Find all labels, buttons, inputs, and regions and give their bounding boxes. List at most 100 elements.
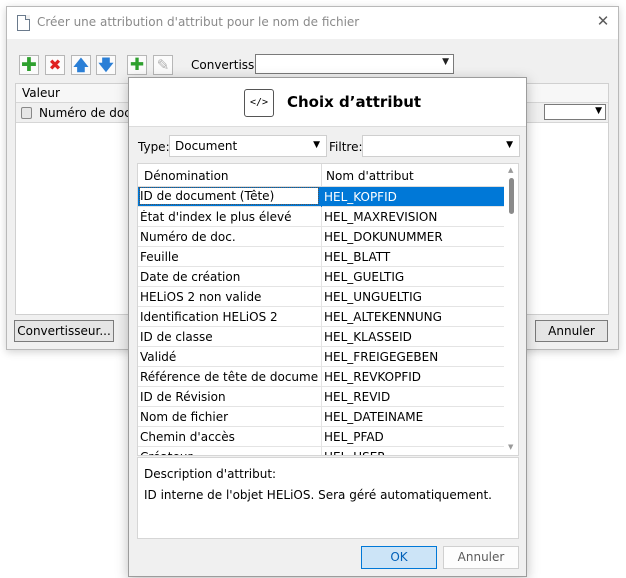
add-attribute-icon[interactable]: ✚ <box>127 55 147 75</box>
background-title-bar: Créer une attribution d'attribut pour le… <box>7 7 618 39</box>
attribute-name-cell: ID de document (Tête) <box>139 187 319 205</box>
attribute-key-cell: HEL_USER <box>324 450 386 455</box>
filter-select[interactable]: ▼ <box>362 135 520 157</box>
close-icon[interactable]: ✕ <box>595 12 611 30</box>
attribute-name-cell: Feuille <box>140 250 179 264</box>
attribute-key-cell: HEL_ALTEKENNUNG <box>324 310 442 324</box>
table-row[interactable]: Validé HEL_FREIGEGEBEN <box>138 347 504 367</box>
edit-icon: ✎ <box>153 55 173 75</box>
converter-button[interactable]: Convertisseur... <box>14 320 114 342</box>
attribute-key-cell: HEL_KLASSEID <box>324 330 412 344</box>
table-row[interactable]: HELiOS 2 non valide HEL_UNGUELTIG <box>138 287 504 307</box>
table-row[interactable]: Identification HELiOS 2 HEL_ALTEKENNUNG <box>138 307 504 327</box>
table-row[interactable]: Chemin d'accès HEL_PFAD <box>138 427 504 447</box>
column-divider <box>321 207 322 227</box>
table-row[interactable]: État d'index le plus élevé HEL_MAXREVISIO… <box>138 207 504 227</box>
scrollbar-thumb[interactable] <box>509 178 514 214</box>
attribute-rows: ID de document (Tête) HEL_KOPFID État d'in… <box>138 187 504 455</box>
column-divider <box>321 427 322 447</box>
attribute-name-cell: ID de classe <box>140 330 213 344</box>
chevron-down-icon: ▼ <box>313 140 320 150</box>
column-header-value: Valeur <box>22 86 60 100</box>
table-row[interactable]: Date de création HEL_GUELTIG <box>138 267 504 287</box>
column-divider <box>321 447 322 455</box>
attribute-choice-dialog: </> Choix d’attribut Type: Document ▼ Fi… <box>128 77 527 577</box>
table-row[interactable]: Numéro de doc. HEL_DOKUNUMMER <box>138 227 504 247</box>
attribute-name-cell: Référence de tête de document <box>140 370 318 384</box>
description-box: Description d'attribut: ID interne de l'… <box>137 457 519 539</box>
column-divider <box>321 307 322 327</box>
table-row[interactable]: Nom de fichier HEL_DATEINAME <box>138 407 504 427</box>
column-divider <box>321 164 322 186</box>
ok-button[interactable]: OK <box>361 546 437 569</box>
converter-label: Convertisse <box>191 58 262 72</box>
column-header-attribute: Nom d'attribut <box>326 169 414 183</box>
table-row[interactable]: ID de document (Tête) HEL_KOPFID <box>138 187 504 207</box>
attribute-key-cell: HEL_UNGUELTIG <box>324 290 422 304</box>
column-divider <box>321 287 322 307</box>
table-row[interactable]: ID de classe HEL_KLASSEID <box>138 327 504 347</box>
attribute-name-cell: ID de Révision <box>140 390 226 404</box>
scroll-down-icon[interactable]: ▼ <box>508 443 513 451</box>
column-divider <box>321 187 322 207</box>
attribute-name-cell: Créateur <box>140 450 318 455</box>
attribute-key-cell: HEL_REVID <box>324 390 391 404</box>
document-icon <box>17 15 30 31</box>
column-divider <box>321 327 322 347</box>
attribute-table-header: Dénomination Nom d'attribut <box>138 164 504 187</box>
table-row[interactable]: ID de Révision HEL_REVID <box>138 387 504 407</box>
background-dialog-title: Créer une attribution d'attribut pour le… <box>37 15 360 29</box>
attribute-code-icon: </> <box>244 89 274 117</box>
attribute-name-cell: HELiOS 2 non valide <box>140 290 262 304</box>
row-converter-select[interactable]: ▼ <box>544 104 606 120</box>
attribute-table: Dénomination Nom d'attribut ID de docume… <box>137 163 519 456</box>
arrow-down-icon[interactable]: 🡇 <box>96 55 116 75</box>
column-divider <box>321 227 322 247</box>
attribute-key-cell: HEL_BLATT <box>324 250 391 264</box>
chevron-down-icon: ▼ <box>506 140 513 150</box>
background-cancel-button[interactable]: Annuler <box>535 320 608 342</box>
column-header-name: Dénomination <box>144 169 229 183</box>
attribute-name-cell: Nom de fichier <box>140 410 229 424</box>
attribute-name-cell: Numéro de doc. <box>140 230 236 244</box>
cancel-button[interactable]: Annuler <box>443 546 519 569</box>
database-icon <box>21 107 32 119</box>
converter-select[interactable]: ▼ <box>255 54 454 74</box>
arrow-up-icon[interactable]: 🡅 <box>71 55 91 75</box>
description-text: ID interne de l'objet HELiOS. Sera géré … <box>144 488 492 502</box>
table-row[interactable]: Référence de tête de document HEL_REVKOPF… <box>138 367 504 387</box>
chevron-down-icon: ▼ <box>595 106 602 116</box>
vertical-scrollbar[interactable]: ▲ ▼ <box>505 164 518 455</box>
modal-header: </> Choix d’attribut <box>129 78 526 127</box>
row-value: Numéro de doc. <box>39 106 135 120</box>
attribute-name-cell: Validé <box>140 350 177 364</box>
column-divider <box>321 387 322 407</box>
attribute-key-cell: HEL_PFAD <box>324 430 384 444</box>
filter-label: Filtre: <box>329 140 363 154</box>
delete-icon[interactable]: ✖ <box>45 55 65 75</box>
chevron-down-icon: ▼ <box>442 57 449 67</box>
type-select[interactable]: Document ▼ <box>169 135 327 157</box>
scroll-up-icon[interactable]: ▲ <box>508 166 513 174</box>
attribute-key-cell: HEL_FREIGEGEBEN <box>324 350 439 364</box>
attribute-key-cell: HEL_GUELTIG <box>324 270 405 284</box>
attribute-name-cell: Date de création <box>140 270 241 284</box>
description-label: Description d'attribut: <box>144 467 277 481</box>
attribute-key-cell: HEL_KOPFID <box>324 190 397 204</box>
type-select-value: Document <box>175 139 238 153</box>
attribute-key-cell: HEL_DOKUNUMMER <box>324 230 443 244</box>
add-icon[interactable]: ✚ <box>19 55 39 75</box>
attribute-name-cell: État d'index le plus élevé <box>140 210 292 224</box>
column-divider <box>321 367 322 387</box>
column-divider <box>321 247 322 267</box>
table-row[interactable]: Feuille HEL_BLATT <box>138 247 504 267</box>
attribute-key-cell: HEL_DATEINAME <box>324 410 424 424</box>
column-divider <box>321 267 322 287</box>
attribute-key-cell: HEL_REVKOPFID <box>324 370 421 384</box>
column-divider <box>321 407 322 427</box>
column-divider <box>321 347 322 367</box>
attribute-name-cell: Chemin d'accès <box>140 430 235 444</box>
table-row[interactable]: Créateur HEL_USER <box>138 447 504 455</box>
modal-title: Choix d’attribut <box>287 93 422 111</box>
attribute-name-cell: Identification HELiOS 2 <box>140 310 278 324</box>
